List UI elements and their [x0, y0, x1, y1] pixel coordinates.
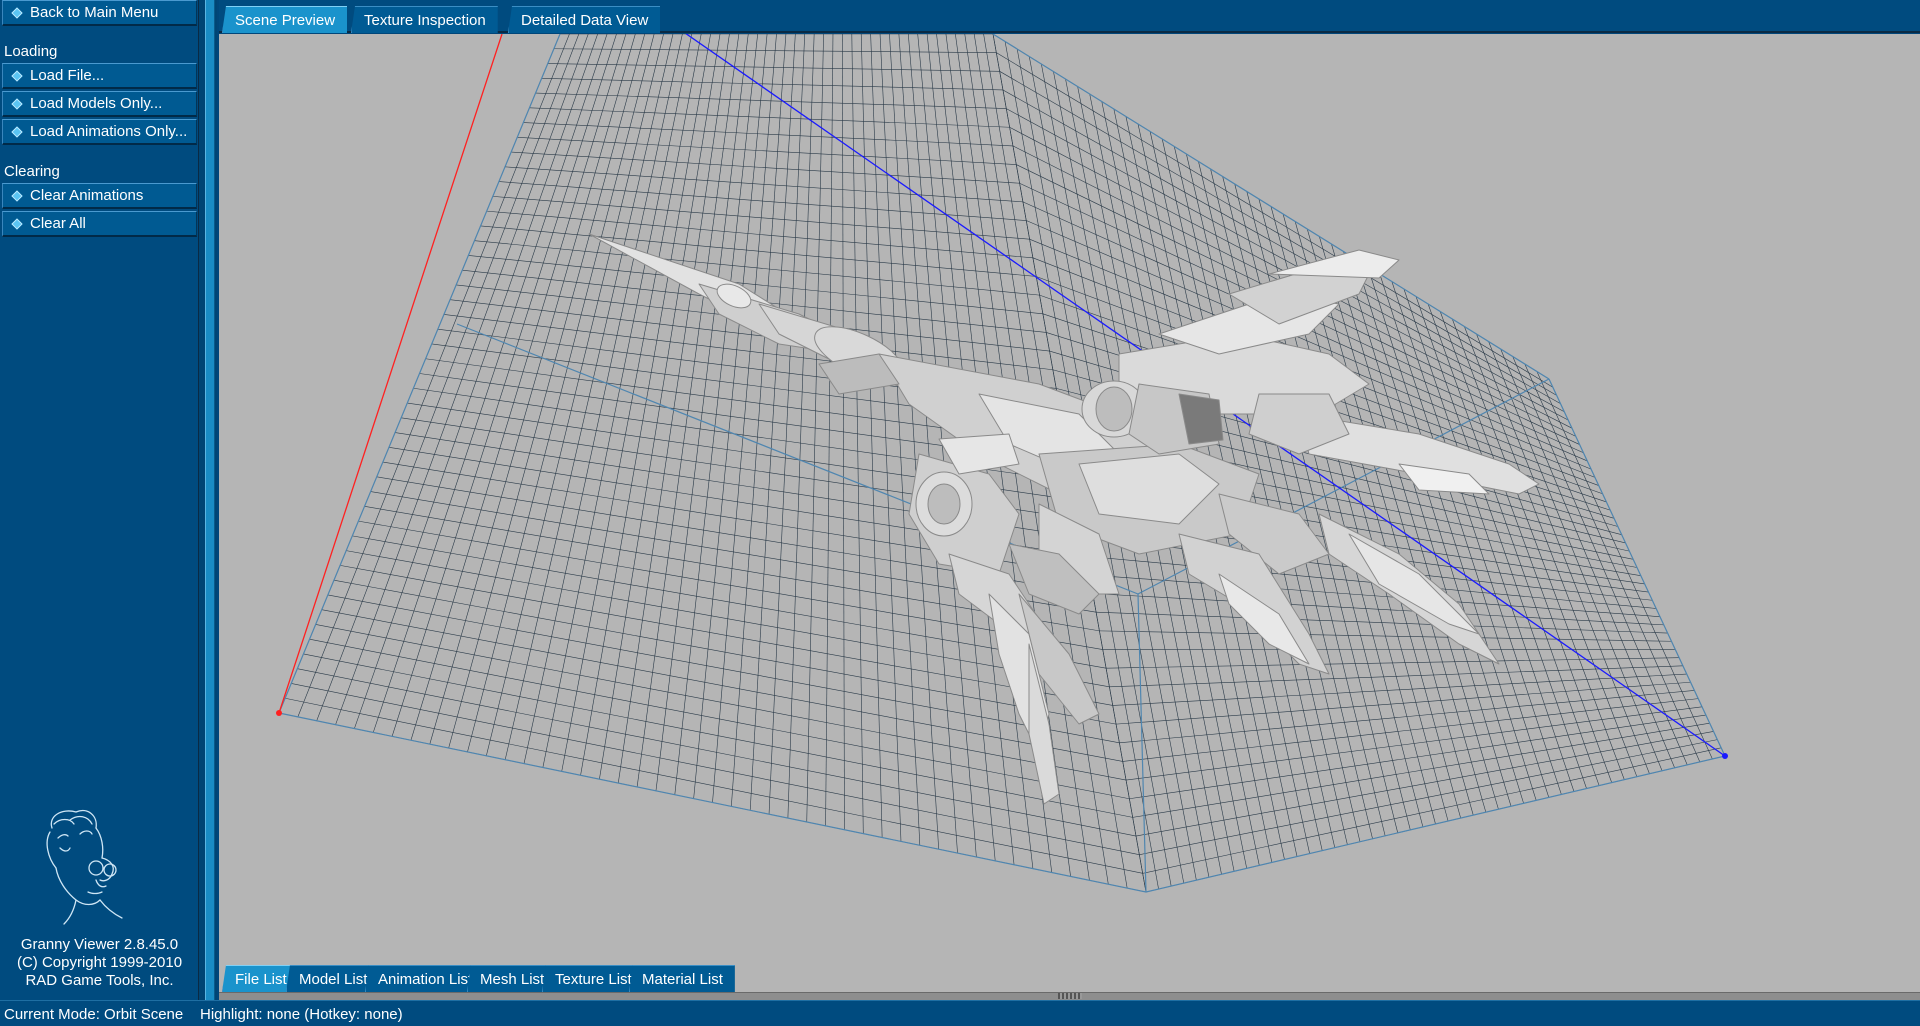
- about-copyright-text: (C) Copyright 1999-2010: [16, 954, 183, 971]
- clear-all-button[interactable]: Clear All: [2, 211, 197, 237]
- grid-line: [1139, 739, 1718, 855]
- grid-line: [860, 34, 883, 838]
- tab-detailed-data-view[interactable]: Detailed Data View: [508, 6, 661, 33]
- grid-edge-line: [278, 34, 561, 714]
- left-sidebar: Back to Main Menu Loading Load File... L…: [0, 0, 199, 1000]
- diamond-bullet-icon: [11, 70, 23, 82]
- diamond-bullet-icon: [11, 7, 23, 19]
- grid-line: [291, 683, 1140, 855]
- grid-line: [712, 34, 777, 803]
- grid-line: [806, 34, 824, 822]
- status-highlight: Highlight: none (Hotkey: none): [200, 1006, 403, 1023]
- diamond-bullet-icon: [11, 190, 23, 202]
- grid-line: [851, 34, 864, 834]
- grid-line: [825, 34, 834, 826]
- status-current-mode: Current Mode: Orbit Scene: [4, 1006, 184, 1023]
- loading-section-label: Loading: [4, 43, 58, 60]
- grid-line: [1488, 341, 1663, 771]
- about-version-text: Granny Viewer 2.8.45.0: [20, 936, 179, 953]
- 3d-model-mesh: [588, 233, 1540, 805]
- scene-viewport[interactable]: [219, 34, 1920, 992]
- diamond-bullet-icon: [11, 98, 23, 110]
- granny-mascot-logo-icon: [46, 810, 123, 925]
- diamond-bullet-icon: [11, 126, 23, 138]
- grid-line: [1126, 706, 1703, 781]
- load-animations-only-button[interactable]: Load Animations Only...: [2, 119, 197, 145]
- grid-line: [1132, 722, 1710, 818]
- clear-animations-button[interactable]: Clear Animations: [2, 183, 197, 209]
- panel-splitter-handle[interactable]: [205, 0, 215, 1000]
- grid-line: [1403, 288, 1575, 792]
- axis-z-end-marker: [1722, 753, 1728, 759]
- grid-line: [1439, 311, 1612, 783]
- tab-animation-list[interactable]: Animation List: [365, 965, 485, 992]
- grid-edge-line: [278, 712, 1147, 893]
- diamond-bullet-icon: [11, 218, 23, 230]
- tab-material-list[interactable]: Material List: [629, 965, 735, 992]
- grid-line: [1099, 630, 1672, 642]
- grid-line: [731, 34, 787, 807]
- resize-grip-icon[interactable]: [1058, 993, 1082, 999]
- grid-line: [1135, 731, 1714, 837]
- grid-line: [1096, 611, 1668, 634]
- back-to-main-menu-label: Back to Main Menu: [30, 4, 159, 21]
- status-bar: Current Mode: Orbit Scene Highlight: non…: [0, 1000, 1920, 1026]
- grid-line: [1367, 266, 1537, 801]
- tab-texture-list[interactable]: Texture List: [542, 965, 644, 992]
- tab-scene-preview[interactable]: Scene Preview: [222, 6, 348, 33]
- grid-line: [1129, 714, 1706, 800]
- clear-animations-label: Clear Animations: [30, 187, 144, 204]
- grid-line: [1536, 371, 1713, 760]
- load-file-button[interactable]: Load File...: [2, 63, 197, 89]
- grid-line: [1452, 318, 1625, 780]
- scene-render[interactable]: [219, 34, 1920, 992]
- load-file-label: Load File...: [30, 67, 105, 84]
- bottom-tab-bar: File List Model List Animation List Mesh…: [219, 964, 1920, 992]
- grid-line: [1500, 348, 1675, 768]
- grid-line: [1122, 698, 1699, 762]
- grid-line: [1512, 356, 1688, 765]
- tab-texture-inspection[interactable]: Texture Inspection: [351, 6, 498, 33]
- grid-line: [1119, 690, 1695, 744]
- axis-origin-marker: [276, 710, 282, 716]
- load-models-only-label: Load Models Only...: [30, 95, 163, 112]
- load-animations-only-label: Load Animations Only...: [30, 123, 188, 140]
- tab-model-list[interactable]: Model List: [286, 965, 380, 992]
- top-tab-bar: Scene Preview Texture Inspection Detaile…: [219, 0, 1920, 33]
- grid-line: [1112, 673, 1687, 706]
- grid-line: [285, 697, 1143, 874]
- grid-line: [768, 34, 806, 815]
- about-company-text: RAD Game Tools, Inc.: [25, 972, 174, 989]
- load-models-only-button[interactable]: Load Models Only...: [2, 91, 197, 117]
- grid-line: [297, 668, 1137, 837]
- clear-all-label: Clear All: [30, 215, 86, 232]
- grid-edge-line: [1145, 755, 1726, 893]
- grid-line: [1092, 593, 1664, 626]
- grid-edge-line: [1548, 378, 1726, 757]
- grid-line: [1379, 273, 1550, 798]
- grid-line: [1524, 363, 1701, 763]
- grid-line: [1116, 681, 1691, 725]
- back-to-main-menu-button[interactable]: Back to Main Menu: [2, 0, 197, 26]
- clearing-section-label: Clearing: [4, 163, 60, 180]
